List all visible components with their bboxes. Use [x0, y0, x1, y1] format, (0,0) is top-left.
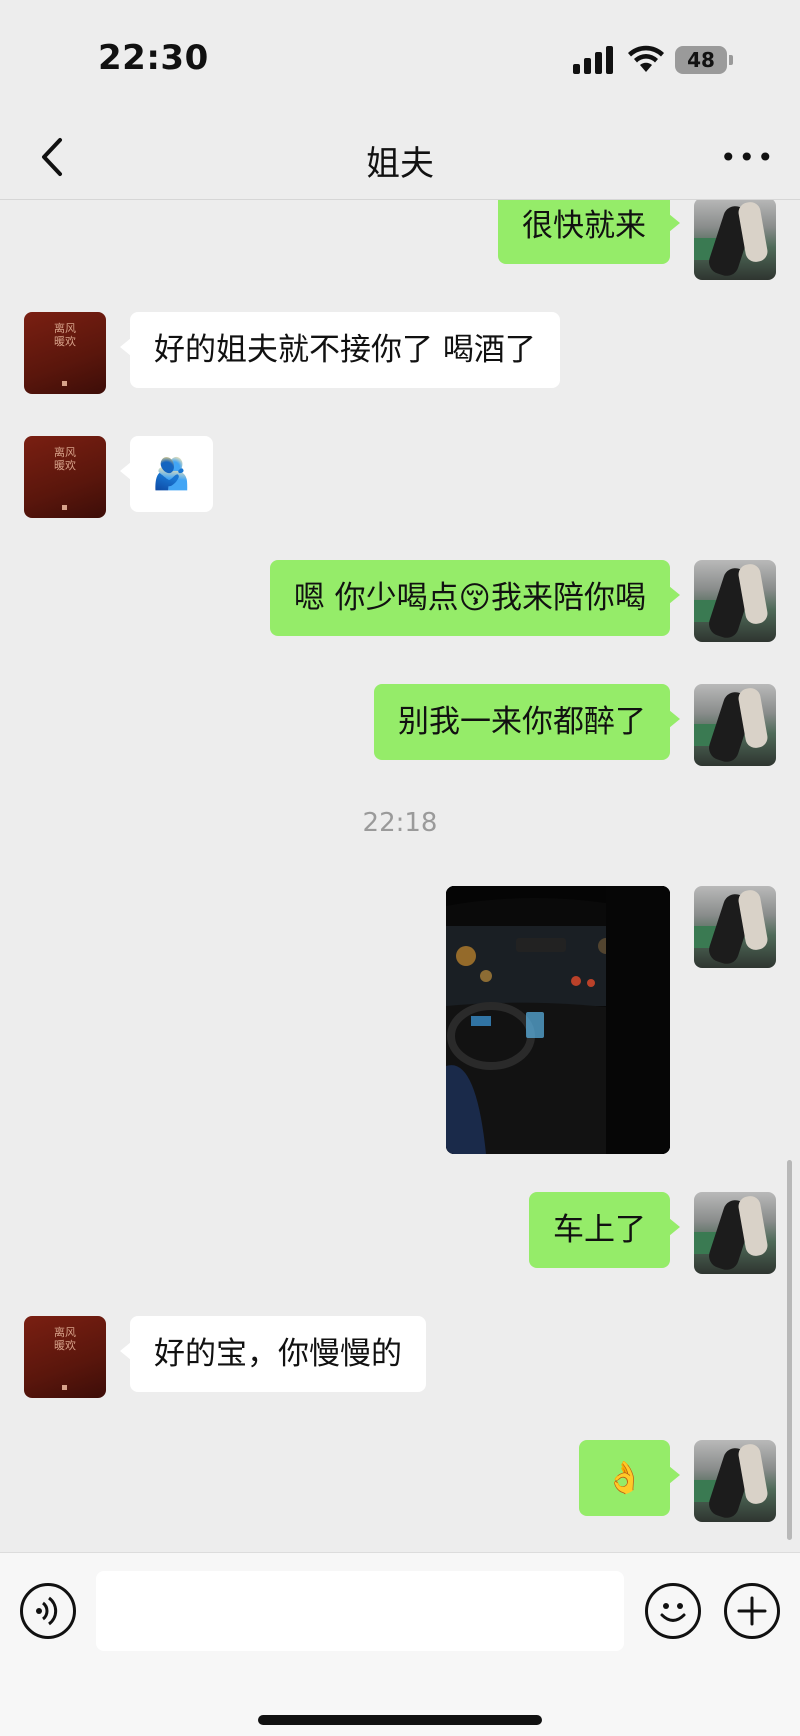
- battery-icon: 48: [675, 46, 733, 74]
- more-icon[interactable]: •••: [720, 140, 774, 180]
- timestamp: 22:18: [362, 808, 438, 838]
- car-night-photo: [446, 886, 670, 1154]
- my-avatar[interactable]: [694, 200, 776, 280]
- home-indicator: [258, 1715, 542, 1725]
- message-input[interactable]: [96, 1571, 624, 1651]
- message-bubble[interactable]: 车上了: [529, 1192, 680, 1268]
- message-text: 好的姐夫就不接你了 喝酒了: [154, 332, 536, 368]
- message-text: 好的宝，你慢慢的: [154, 1336, 402, 1372]
- emoji-bubble[interactable]: 👌: [579, 1440, 680, 1516]
- message-text: 嗯 你少喝点😚我来陪你喝: [293, 580, 646, 616]
- chat-area[interactable]: 很快就来 离风 暖欢 好的姐夫就不接你了 喝酒了 离风 暖欢 🫂 嗯 你少喝点😚我来…: [0, 200, 800, 1552]
- my-avatar[interactable]: [694, 684, 776, 766]
- my-avatar[interactable]: [694, 560, 776, 642]
- message-text: 别我一来你都醉了: [398, 704, 646, 740]
- emoji-bubble[interactable]: 🫂: [120, 436, 213, 512]
- message-bubble[interactable]: 很快就来: [498, 200, 680, 264]
- wifi-icon: [628, 45, 664, 72]
- contact-avatar[interactable]: 离风 暖欢: [24, 1316, 106, 1398]
- my-avatar[interactable]: [694, 1440, 776, 1522]
- signal-icon: [573, 46, 615, 74]
- emoji-hug: 🫂: [152, 456, 191, 492]
- input-bar: [0, 1552, 800, 1736]
- nav-bar: 姐夫 •••: [0, 118, 800, 200]
- contact-avatar[interactable]: 离风 暖欢: [24, 312, 106, 394]
- voice-icon[interactable]: [20, 1583, 76, 1639]
- scrollbar[interactable]: [787, 1160, 792, 1540]
- message-bubble[interactable]: 好的宝，你慢慢的: [120, 1316, 426, 1392]
- message-text: 车上了: [553, 1212, 646, 1248]
- battery-level: 48: [687, 48, 715, 72]
- message-text: 很快就来: [522, 208, 646, 244]
- status-time: 22:30: [98, 38, 209, 78]
- message-bubble[interactable]: 嗯 你少喝点😚我来陪你喝: [269, 560, 681, 636]
- message-bubble[interactable]: 好的姐夫就不接你了 喝酒了: [120, 312, 560, 388]
- plus-icon[interactable]: [724, 1583, 780, 1639]
- emoji-icon[interactable]: [645, 1583, 701, 1639]
- status-bar: 22:30 48: [0, 0, 800, 118]
- message-bubble[interactable]: 别我一来你都醉了: [374, 684, 680, 760]
- avatar-seal: 离风 暖欢: [54, 322, 76, 348]
- contact-avatar[interactable]: 离风 暖欢: [24, 436, 106, 518]
- image-message[interactable]: [446, 886, 670, 1154]
- my-avatar[interactable]: [694, 886, 776, 968]
- chat-title: 姐夫: [366, 144, 434, 184]
- emoji-ok-hand: 👌: [605, 1460, 644, 1496]
- my-avatar[interactable]: [694, 1192, 776, 1274]
